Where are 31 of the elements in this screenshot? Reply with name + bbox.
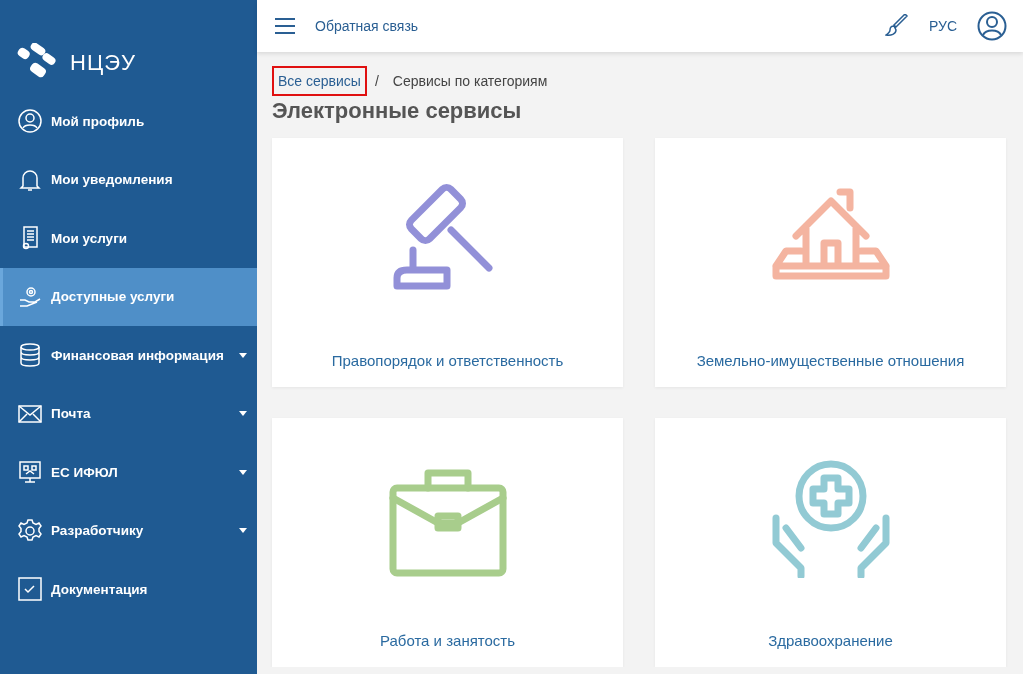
brush-icon[interactable] [884,14,909,38]
page-title: Электронные сервисы [272,98,523,124]
sidebar-item[interactable]: Мои услуги [0,209,257,268]
sidebar-item[interactable]: Разработчику [0,501,257,560]
sidebar-item[interactable]: Финансовая информация [0,326,257,385]
caret-icon [239,352,247,358]
language-button[interactable]: РУС [928,18,957,34]
caret-icon [239,469,247,475]
sidebar-item[interactable]: Мой профиль [0,92,257,151]
account-icon[interactable] [977,11,1007,41]
user-icon [17,108,43,135]
sidebar-item[interactable]: ЕС ИФЮЛ [0,443,257,502]
settings-icon [17,517,43,544]
category-card[interactable]: Земельно-имущественные отношения [655,138,1006,387]
checkbox-icon [17,576,43,603]
breadcrumb-text: Сервисы по категориям [391,72,549,91]
feedback-link[interactable]: Обратная связь [315,18,419,34]
breadcrumb-separator: / [374,73,379,89]
sidebar-item[interactable]: Мои уведомления [0,150,257,209]
sidebar-item[interactable]: Документация [0,560,257,619]
menu-icon[interactable] [275,18,295,34]
caret-icon [239,411,247,417]
caret-icon [239,528,247,534]
logo-text: НЦЭУ [70,50,136,76]
monitor-icon [17,459,43,486]
sidebar-item[interactable]: Почта [0,384,257,443]
category-card[interactable]: Правопорядок и ответственность [272,138,623,387]
breadcrumb-link[interactable]: Все сервисы [272,66,367,96]
database-icon [17,342,43,369]
category-card[interactable]: Работа и занятость [272,418,623,667]
category-card[interactable]: Здравоохранение [655,418,1006,667]
